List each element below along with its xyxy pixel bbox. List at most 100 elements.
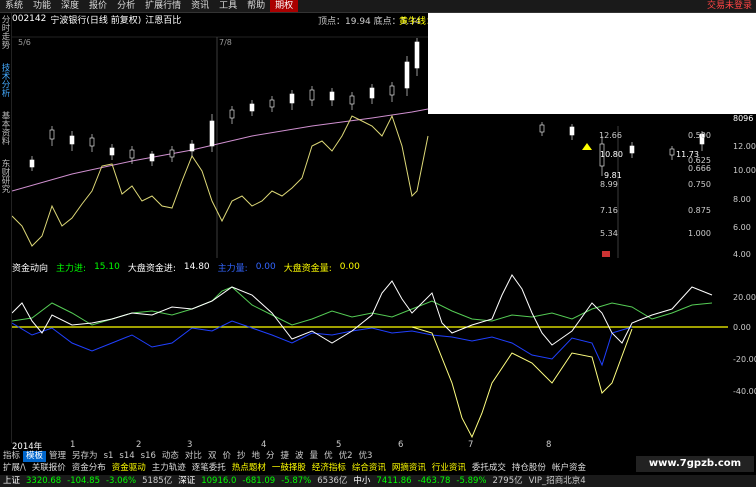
tab-manage[interactable]: 管理 (46, 451, 69, 462)
right-axis-label: 10.00 (733, 166, 756, 175)
white-flow-line (12, 274, 713, 346)
main-in-value: 15.10 (94, 262, 120, 272)
time-tick: 5 (336, 440, 342, 450)
tab-research[interactable]: 东财研究 (0, 157, 10, 195)
ma-label-1: 5/6 (18, 38, 31, 47)
main-amount-value: 0.00 (255, 262, 276, 272)
right-axis-label: -20.00 (733, 355, 756, 364)
time-tick: 4 (261, 440, 267, 450)
tab-fundamental[interactable]: 基本资料 (0, 109, 10, 147)
func-positions[interactable]: 持仓股份 (509, 462, 549, 474)
func-news[interactable]: 综合资讯 (349, 462, 389, 474)
price-label-9: 0.750 (688, 180, 711, 189)
fund-flow-chart[interactable] (12, 273, 728, 439)
tab-indicator[interactable]: 指标 (0, 451, 23, 462)
market-amount-value: 0.00 (339, 262, 360, 272)
price-label-10: 7.16 (600, 206, 618, 215)
time-tick: 1 (70, 440, 76, 450)
status-item: -463.78 (417, 476, 451, 486)
black-overlay (253, 228, 503, 258)
status-item: -681.09 (242, 476, 276, 486)
indicator-label: 资金动向 (12, 263, 49, 274)
status-item: 7411.86 (376, 476, 412, 486)
func-stock-pick[interactable]: 一鼓择股 (269, 462, 309, 474)
func-industry-news[interactable]: 行业资讯 (429, 462, 469, 474)
time-axis: 2014年 1 2 3 4 5 6 7 8 (12, 440, 727, 452)
status-item: 深证 (178, 476, 196, 486)
func-hot-topic[interactable]: 热点题材 (229, 462, 269, 474)
small-marker-icon (602, 251, 610, 257)
menu-options[interactable]: 期权 (270, 0, 299, 12)
menu-ext-market[interactable]: 扩展行情 (140, 0, 186, 12)
tab-technical[interactable]: 技术分析 (0, 61, 10, 99)
tab-opt2[interactable]: 优2 (336, 451, 356, 462)
popup-overlay (428, 13, 756, 114)
tab-dynamic[interactable]: 动态 (159, 451, 182, 462)
tab-compare[interactable]: 对比 (182, 451, 205, 462)
tab-quick[interactable]: 捷 (278, 451, 293, 462)
status-item: -5.89% (456, 476, 487, 486)
stock-name: 宁波银行(日线 前复权) (50, 15, 142, 26)
func-fund-dist[interactable]: 资金分布 (69, 462, 109, 474)
tab-template[interactable]: 模板 (23, 451, 47, 462)
status-item: -104.85 (67, 476, 100, 486)
price-label-7: 0.666 (688, 164, 711, 173)
price-label-3: 0.500 (688, 131, 711, 140)
func-econ-index[interactable]: 经济指标 (309, 462, 349, 474)
right-axis-label: 12.00 (733, 142, 756, 151)
tab-copy[interactable]: 抄 (234, 451, 249, 462)
status-item: 中小 (353, 476, 371, 486)
price-label-6: 9.81 (604, 171, 622, 180)
menu-help[interactable]: 帮助 (242, 0, 270, 12)
time-tick: 2 (136, 440, 142, 450)
status-item: 2795亿 (492, 476, 523, 486)
func-related-quote[interactable]: 关联报价 (29, 462, 69, 474)
tab-land[interactable]: 地 (248, 451, 263, 462)
menu-tools[interactable]: 工具 (214, 0, 242, 12)
tab-dual[interactable]: 双 (205, 451, 220, 462)
tab-opt3[interactable]: 优3 (356, 451, 376, 462)
func-fund-drive[interactable]: 资金驱动 (109, 462, 149, 474)
menu-quote[interactable]: 报价 (84, 0, 112, 12)
market-in-value: 14.80 (183, 262, 210, 272)
tab-s1[interactable]: s1 (101, 451, 117, 462)
tab-volume[interactable]: 量 (307, 451, 322, 462)
tab-s16[interactable]: s16 (138, 451, 159, 462)
tab-intraday[interactable]: 分时走势 (0, 13, 10, 51)
menu-function[interactable]: 功能 (28, 0, 56, 12)
tab-opt[interactable]: 优 (321, 451, 336, 462)
func-account[interactable]: 帐户资金 (549, 462, 589, 474)
right-axis-label: 6.00 (733, 223, 751, 232)
right-axis-label: 4.00 (733, 250, 751, 259)
trade-status[interactable]: 交易未登录 (707, 0, 756, 12)
func-expand[interactable]: 扩展/\ (0, 462, 29, 474)
menu-news[interactable]: 资讯 (186, 0, 214, 12)
price-label-4: 10.80 (600, 150, 623, 159)
tab-wave[interactable]: 波 (292, 451, 307, 462)
price-label-12: 5.34 (600, 229, 618, 238)
status-item: 上证 (3, 476, 21, 486)
tab-saveas[interactable]: 另存为 (69, 451, 101, 462)
menu-analysis[interactable]: 分析 (112, 0, 140, 12)
green-flow-line (12, 286, 713, 326)
func-web-news[interactable]: 网摘资讯 (389, 462, 429, 474)
menu-system[interactable]: 系统 (0, 0, 28, 12)
tab-split[interactable]: 分 (263, 451, 278, 462)
func-orders[interactable]: 委托成交 (469, 462, 509, 474)
arrow-icon (582, 143, 592, 150)
menu-depth[interactable]: 深度 (56, 0, 84, 12)
main-in-label: 主力进: (56, 263, 87, 274)
right-axis-label: 8.00 (733, 195, 751, 204)
func-order-detail[interactable]: 逐笔委托 (189, 462, 229, 474)
time-tick: 8 (546, 440, 552, 450)
tab-price[interactable]: 价 (219, 451, 234, 462)
function-bar: 扩展/\ 关联报价 资金分布 资金驱动 主力轨迹 逐笔委托 热点题材 一鼓择股 … (0, 462, 589, 474)
func-main-track[interactable]: 主力轨迹 (149, 462, 189, 474)
indicator-tabs: 指标 模板 管理 另存为 s1 s14 s16 动态 对比 双 价 抄 地 分 … (0, 451, 375, 462)
status-item: 6536亿 (317, 476, 348, 486)
right-axis-label: 8096 (733, 114, 754, 123)
tab-s14[interactable]: s14 (116, 451, 137, 462)
price-label-8: 8.99 (600, 180, 618, 189)
market-amount-label: 大盘资金量: (283, 263, 332, 274)
left-sidebar: 分时走势 技术分析 基本资料 东财研究 (0, 13, 12, 443)
